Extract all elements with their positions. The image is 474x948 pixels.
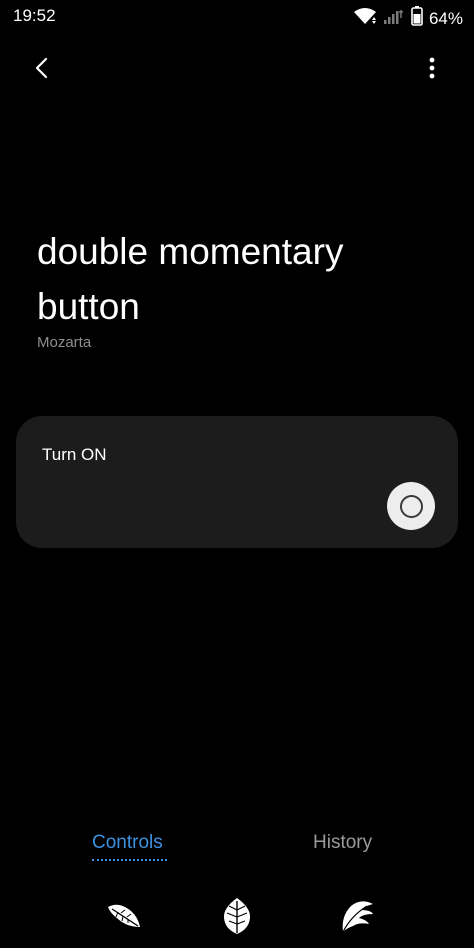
- signal-icon: [383, 7, 405, 30]
- status-icons: 64%: [353, 6, 463, 31]
- battery-icon: [411, 6, 423, 31]
- chevron-left-icon: [35, 57, 48, 79]
- nav-recent-button[interactable]: [104, 896, 144, 936]
- turn-on-control-card[interactable]: Turn ON: [16, 416, 458, 548]
- turn-on-button[interactable]: [387, 482, 435, 530]
- device-detail-screen: 19:52 64% double momentary button Mozart…: [0, 0, 474, 948]
- tab-controls[interactable]: Controls: [92, 832, 163, 854]
- more-options-button[interactable]: [417, 52, 447, 84]
- leaf-recent-icon: [108, 904, 140, 927]
- control-label: Turn ON: [42, 445, 107, 464]
- power-ring-icon: [399, 494, 423, 518]
- nav-home-button[interactable]: [217, 896, 257, 936]
- battery-percent: 64%: [428, 8, 463, 28]
- status-bar: 19:52 64%: [0, 0, 474, 34]
- more-vertical-icon: [429, 57, 435, 79]
- navigation-bar: [0, 888, 474, 948]
- back-button[interactable]: [26, 52, 58, 84]
- device-location: Mozarta: [37, 334, 92, 351]
- status-time: 19:52: [13, 6, 56, 25]
- nav-back-button[interactable]: [336, 896, 376, 936]
- tab-history[interactable]: History: [313, 832, 372, 854]
- leaf-back-icon: [342, 901, 373, 933]
- device-title: double momentary button: [37, 231, 344, 327]
- tab-bar: Controls History: [0, 826, 474, 870]
- tab-selected-indicator: [92, 859, 167, 861]
- leaf-home-icon: [223, 898, 251, 934]
- wifi-icon: [353, 7, 377, 30]
